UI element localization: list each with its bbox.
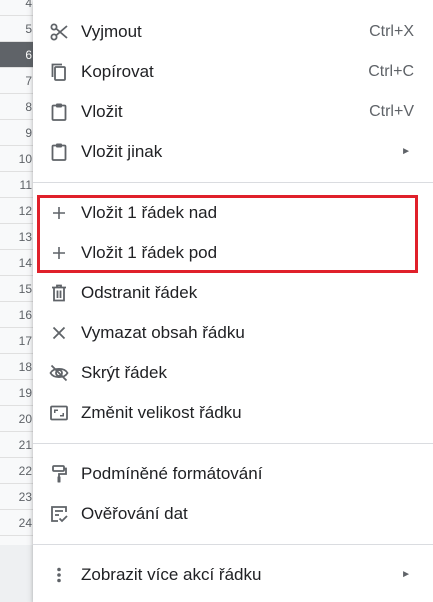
menu-item-cut[interactable]: Vyjmout Ctrl+X — [33, 12, 433, 52]
menu-item-label: Podmíněné formátování — [81, 464, 263, 483]
menu-item-label: Změnit velikost řádku — [81, 403, 242, 422]
menu-item-delete-row[interactable]: Odstranit řádek — [33, 273, 433, 313]
menu-divider — [33, 544, 433, 545]
menu-item-conditional-formatting[interactable]: Podmíněné formátování — [33, 454, 433, 494]
menu-divider — [33, 443, 433, 444]
menu-item-more-row-actions[interactable]: Zobrazit více akcí řádku ► — [33, 555, 433, 595]
menu-item-label: Vyjmout — [81, 22, 142, 41]
menu-item-data-validation[interactable]: Ověřování dat — [33, 494, 433, 534]
clipboard-icon — [49, 142, 69, 162]
menu-item-hide-row[interactable]: Skrýt řádek — [33, 353, 433, 393]
menu-item-label: Vložit jinak — [81, 142, 163, 161]
menu-item-resize-row[interactable]: Změnit velikost řádku — [33, 393, 433, 433]
close-icon — [49, 323, 69, 343]
menu-divider — [33, 182, 433, 183]
paint-roller-icon — [49, 464, 69, 484]
copy-icon — [49, 62, 69, 82]
menu-item-copy[interactable]: Kopírovat Ctrl+C — [33, 52, 433, 92]
menu-item-paste[interactable]: Vložit Ctrl+V — [33, 92, 433, 132]
resize-icon — [49, 403, 69, 423]
menu-item-paste-special[interactable]: Vložit jinak ► — [33, 132, 433, 172]
menu-item-label: Vymazat obsah řádku — [81, 323, 245, 342]
submenu-arrow-icon: ► — [401, 569, 411, 580]
highlight-annotation-box — [37, 195, 418, 273]
menu-item-label: Skrýt řádek — [81, 363, 167, 382]
checklist-icon — [49, 504, 69, 524]
trash-icon — [49, 283, 69, 303]
more-vert-icon — [49, 565, 69, 585]
submenu-arrow-icon: ► — [401, 146, 411, 157]
keyboard-shortcut: Ctrl+V — [369, 103, 414, 120]
scissors-icon — [49, 22, 69, 42]
menu-item-label: Vložit — [81, 102, 123, 121]
menu-item-label: Ověřování dat — [81, 504, 188, 523]
menu-item-label: Odstranit řádek — [81, 283, 198, 302]
menu-item-label: Kopírovat — [81, 62, 154, 81]
keyboard-shortcut: Ctrl+X — [369, 23, 414, 40]
menu-item-label: Zobrazit více akcí řádku — [81, 565, 262, 584]
row-context-menu: Vyjmout Ctrl+X Kopírovat Ctrl+C Vložit C… — [33, 0, 433, 602]
menu-item-clear-row[interactable]: Vymazat obsah řádku — [33, 313, 433, 353]
eye-off-icon — [49, 363, 69, 383]
clipboard-icon — [49, 102, 69, 122]
keyboard-shortcut: Ctrl+C — [368, 63, 414, 80]
